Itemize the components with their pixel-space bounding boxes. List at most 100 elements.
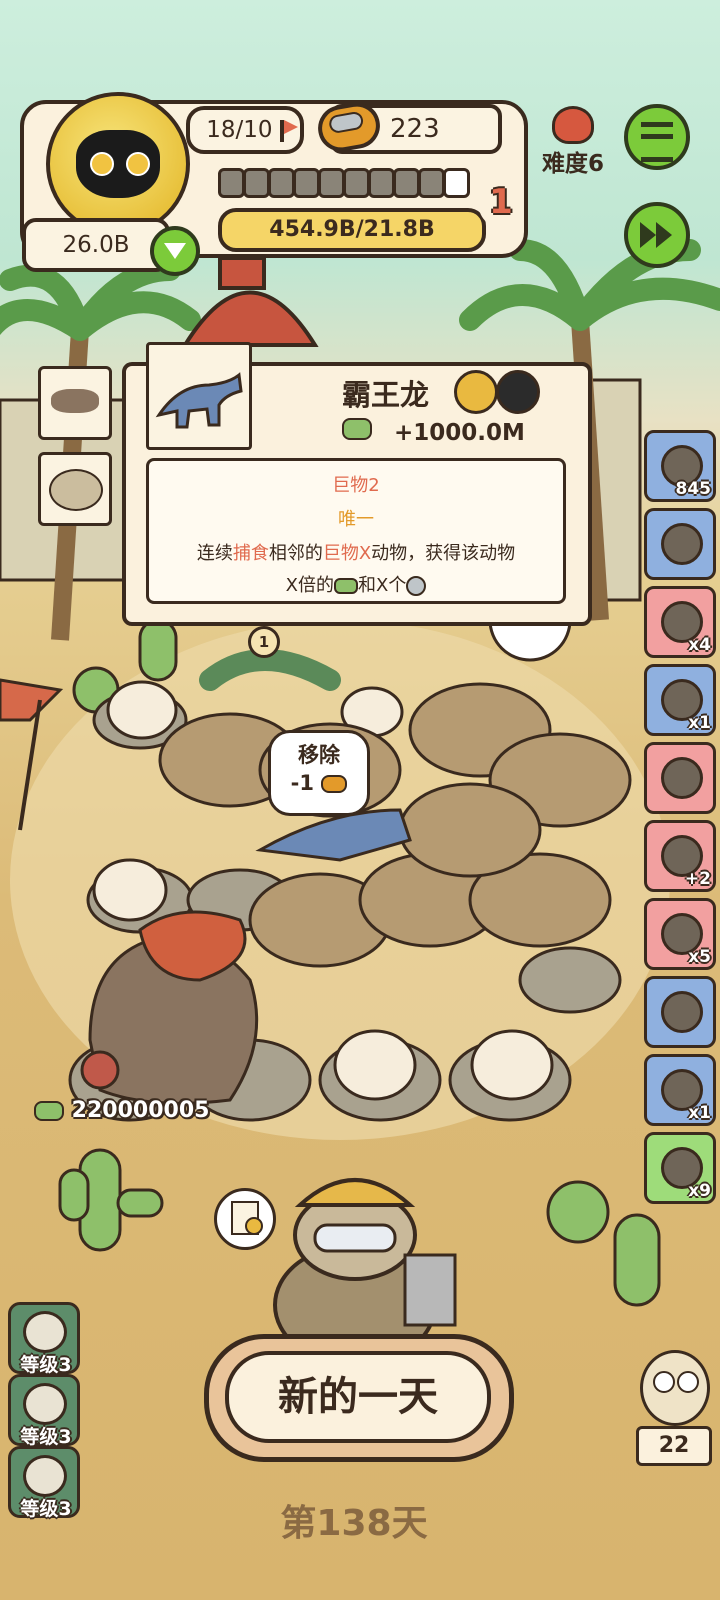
frame-loom-icon bbox=[661, 523, 703, 565]
progress-segment bbox=[343, 168, 370, 198]
difficulty-indicator[interactable]: 难度6 bbox=[538, 106, 608, 177]
remove-cost: -1 bbox=[271, 771, 367, 795]
level-label: 等级3 bbox=[20, 1354, 72, 1376]
item-count: 845 bbox=[675, 479, 712, 499]
progress-segment bbox=[443, 168, 470, 198]
remove-label: 移除 bbox=[298, 743, 340, 767]
cat-face-badge-icon bbox=[496, 370, 540, 414]
remove-bubble[interactable]: 移除 -1 bbox=[268, 730, 370, 816]
desc-highlight-hunt: 捕食 bbox=[232, 543, 269, 564]
progress-level: 1 bbox=[478, 176, 524, 228]
chevron-down-icon bbox=[164, 243, 186, 259]
slot-marker-badge: 1 bbox=[248, 626, 280, 658]
progress-segment bbox=[368, 168, 395, 198]
item-count: x9 bbox=[688, 1181, 711, 1201]
food-pile-icon bbox=[342, 418, 372, 440]
cans-value: 223 bbox=[390, 114, 440, 144]
stone-coin-icon bbox=[406, 576, 427, 596]
item-count: x5 bbox=[688, 947, 711, 967]
difficulty-label: 难度6 bbox=[541, 151, 604, 177]
fast-forward-icon bbox=[640, 222, 672, 252]
animal-name: 霸王龙 bbox=[342, 378, 430, 412]
item-slot-axe[interactable]: x1 bbox=[644, 664, 716, 736]
explorer-character bbox=[273, 1178, 457, 1340]
item-slot-scale[interactable]: x1 bbox=[644, 1054, 716, 1126]
day-counter: 第138天 bbox=[280, 1503, 428, 1544]
food-count: 220000005 bbox=[71, 1098, 210, 1123]
dino-head-icon bbox=[23, 1383, 67, 1425]
animal-board[interactable] bbox=[0, 600, 720, 1160]
remove-cost-value: -1 bbox=[290, 771, 314, 795]
item-slot-hut[interactable] bbox=[644, 976, 716, 1048]
progress-segment bbox=[418, 168, 445, 198]
cans-display: 223 bbox=[314, 98, 502, 156]
hanging-meat-icon bbox=[661, 757, 703, 799]
hut-icon bbox=[661, 991, 703, 1033]
item-count: x4 bbox=[688, 635, 711, 655]
cat-face-icon bbox=[23, 1311, 67, 1353]
dinosaur-icon bbox=[51, 389, 99, 413]
owl-icon bbox=[640, 1350, 710, 1426]
black-cat-icon bbox=[76, 130, 160, 198]
coin-display: 26.0B bbox=[22, 218, 170, 272]
item-count: x1 bbox=[688, 713, 711, 733]
player-avatar[interactable] bbox=[46, 92, 190, 236]
owl-widget[interactable]: 22 bbox=[636, 1346, 712, 1466]
coin-dropdown-button[interactable] bbox=[150, 226, 200, 276]
trex-card-small[interactable] bbox=[38, 366, 112, 440]
desc-text: X倍的 bbox=[285, 575, 334, 596]
new-day-button[interactable]: 新的一天 bbox=[225, 1351, 491, 1443]
fast-forward-button[interactable] bbox=[624, 202, 690, 268]
trait-desc-line-2: X倍的 和X个 bbox=[149, 571, 563, 597]
flame-icon bbox=[552, 106, 594, 144]
stone-icon bbox=[49, 469, 103, 511]
progress-segment bbox=[393, 168, 420, 198]
progress-segment bbox=[218, 168, 245, 198]
new-day-button-frame[interactable]: 新的一天 bbox=[204, 1334, 514, 1462]
item-count: +2 bbox=[684, 869, 711, 889]
level-badge-2[interactable]: 等级3 bbox=[8, 1374, 80, 1448]
desc-text: 相邻的 bbox=[268, 543, 323, 564]
progress-bar: 454.9B/21.8B bbox=[218, 208, 486, 252]
item-slot-frame-loom[interactable] bbox=[644, 508, 716, 580]
level-badge-1[interactable]: 等级3 bbox=[8, 1302, 80, 1376]
population-value: 18/10 bbox=[206, 117, 273, 143]
paw-coin-badge-icon bbox=[454, 370, 498, 414]
trait-desc-line-1: 连续捕食相邻的巨物X动物，获得该动物 bbox=[149, 539, 563, 565]
desc-highlight-giant: 巨物X bbox=[322, 543, 372, 564]
item-slot-trap-plate[interactable]: x5 bbox=[644, 898, 716, 970]
item-slot-paw-coin[interactable]: +2 bbox=[644, 820, 716, 892]
flag-icon bbox=[279, 119, 298, 142]
progress-segment bbox=[268, 168, 295, 198]
item-count: x1 bbox=[688, 1103, 711, 1123]
progress-segment bbox=[243, 168, 270, 198]
item-slot-film-reel[interactable]: 845 bbox=[644, 430, 716, 502]
item-slot-bomb[interactable]: x4 bbox=[644, 586, 716, 658]
trex-icon bbox=[155, 372, 243, 429]
menu-button[interactable] bbox=[624, 104, 690, 170]
animal-tooltip: 霸王龙 +1000.0M 巨物2 唯一 连续捕食相邻的巨物X动物，获得该动物 X… bbox=[122, 342, 592, 626]
owl-counter: 22 bbox=[636, 1426, 712, 1466]
progress-segment bbox=[293, 168, 320, 198]
progress-segment bbox=[318, 168, 345, 198]
list-icon bbox=[641, 122, 673, 162]
paw-badge-icon bbox=[23, 1455, 67, 1497]
desc-text: 和X个 bbox=[358, 575, 407, 596]
desc-text: 动物，获得该动物 bbox=[371, 543, 516, 564]
meat-icon bbox=[80, 1050, 120, 1090]
population-display: 18/10 bbox=[186, 106, 304, 154]
food-counter: 220000005 bbox=[34, 1098, 209, 1123]
food-pile-icon bbox=[34, 1101, 64, 1121]
stone-card-small[interactable] bbox=[38, 452, 112, 526]
can-icon bbox=[321, 775, 348, 793]
food-pile-icon bbox=[334, 578, 358, 594]
desc-text: 连续 bbox=[196, 543, 233, 564]
game-scene: 1 移除 -1 220000005 18/10 223 454.9B/21.8B… bbox=[0, 0, 720, 1600]
trait-name: 巨物2 bbox=[332, 475, 380, 496]
trait-box: 巨物2 唯一 连续捕食相邻的巨物X动物，获得该动物 X倍的 和X个 bbox=[146, 458, 566, 604]
item-slot-hanging-meat[interactable] bbox=[644, 742, 716, 814]
item-slot-green-sack[interactable]: x9 bbox=[644, 1132, 716, 1204]
trex-on-board bbox=[255, 808, 412, 862]
segment-bar bbox=[218, 164, 472, 200]
level-label: 等级3 bbox=[20, 1426, 72, 1448]
